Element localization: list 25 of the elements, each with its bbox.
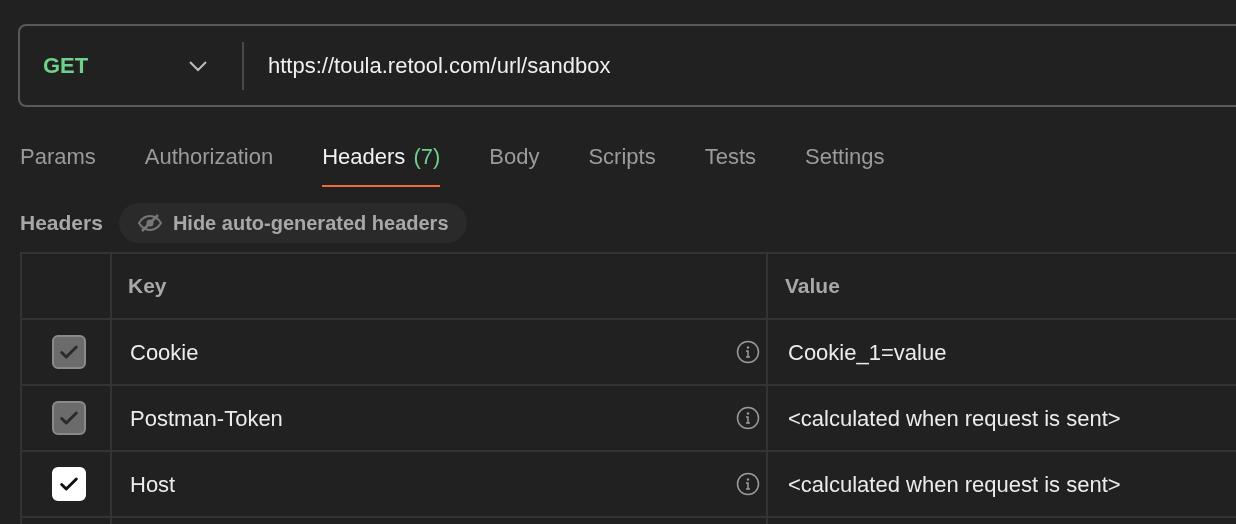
request-bar[interactable]: GET https://toula.retool.com/url/sandbox bbox=[18, 24, 1236, 107]
hide-headers-toggle[interactable]: Hide auto-generated headers bbox=[118, 203, 467, 243]
url-field[interactable]: https://toula.retool.com/url/sandbox bbox=[268, 49, 1236, 82]
table-cell-text: <calculated when request is sent> bbox=[788, 404, 1121, 433]
info-icon bbox=[736, 340, 760, 364]
section-title: Headers bbox=[20, 210, 103, 237]
tab[interactable]: Headers (7) bbox=[322, 137, 441, 187]
column-header: Value bbox=[785, 273, 840, 300]
tab[interactable]: Scripts bbox=[588, 137, 656, 187]
eye-off-icon bbox=[136, 213, 163, 233]
table-cell-text: Cookie_1=value bbox=[788, 338, 947, 367]
table-cell-text: Host bbox=[130, 470, 176, 499]
chevron-down-icon bbox=[188, 59, 208, 72]
table-cell-text: Cookie bbox=[130, 338, 199, 367]
info-icon bbox=[736, 472, 760, 496]
tab[interactable]: Authorization bbox=[144, 137, 274, 187]
info-icon bbox=[736, 406, 760, 430]
tab[interactable]: Body bbox=[489, 137, 540, 187]
tab[interactable]: Settings bbox=[805, 137, 885, 187]
table-cell-text: Postman-Token bbox=[130, 404, 283, 433]
tab[interactable]: Tests bbox=[704, 137, 757, 187]
column-header: Key bbox=[128, 273, 167, 300]
method-dropdown[interactable]: GET bbox=[20, 26, 242, 105]
tab[interactable]: Params bbox=[20, 137, 96, 187]
table-cell-text: <calculated when request is sent> bbox=[788, 470, 1121, 499]
